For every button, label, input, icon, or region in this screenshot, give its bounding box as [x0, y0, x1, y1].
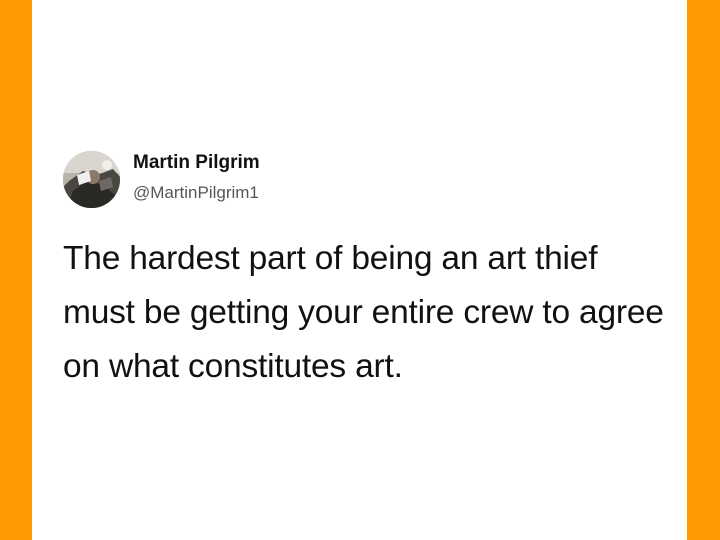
- author-names: Martin Pilgrim @MartinPilgrim1: [133, 152, 260, 204]
- profile-photo-icon: [63, 150, 120, 208]
- tweet-screenshot: Martin Pilgrim @MartinPilgrim1 The harde…: [0, 0, 720, 540]
- avatar[interactable]: [63, 150, 120, 208]
- author-display-name[interactable]: Martin Pilgrim: [133, 151, 260, 175]
- tweet-text: The hardest part of being an art thief m…: [63, 240, 664, 385]
- tweet-header: Martin Pilgrim @MartinPilgrim1: [63, 150, 260, 208]
- author-handle[interactable]: @MartinPilgrim1: [133, 182, 260, 204]
- tweet-card: Martin Pilgrim @MartinPilgrim1 The harde…: [32, 0, 687, 540]
